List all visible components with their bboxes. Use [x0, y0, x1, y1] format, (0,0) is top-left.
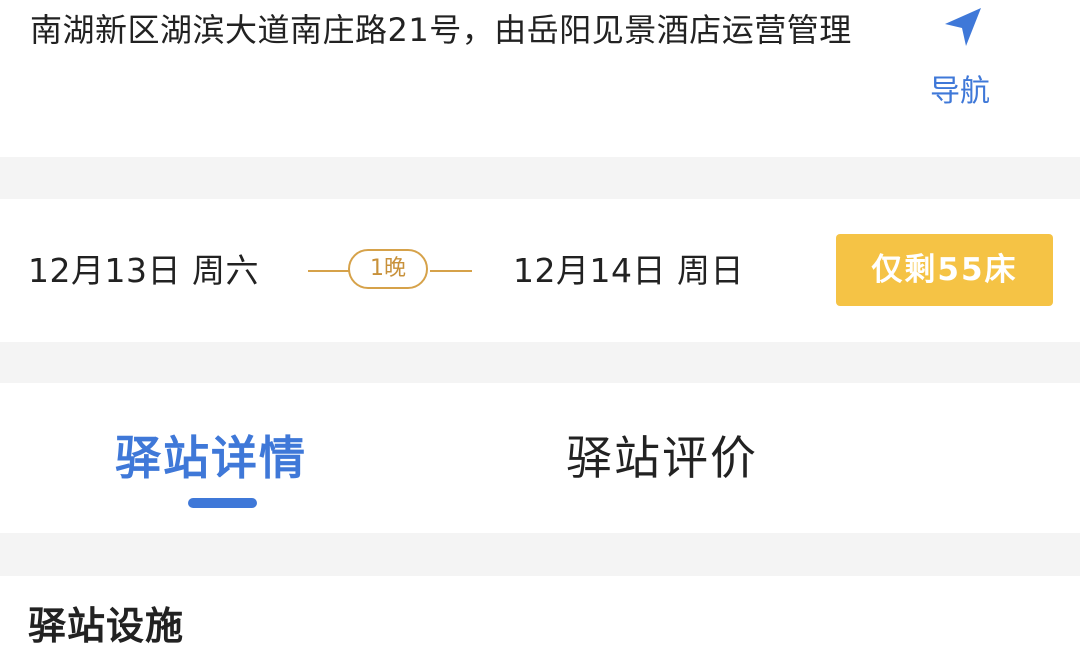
facilities-section: 驿站设施 [0, 576, 1080, 669]
tab-bar: 驿站详情 驿站评价 [0, 383, 1080, 533]
check-out-date[interactable]: 12月14日 周日 [513, 246, 744, 296]
address-card: 南湖新区湖滨大道南庄路21号，由岳阳见景酒店运营管理 导航 [0, 0, 1080, 157]
navigation-arrow-icon [945, 8, 981, 46]
check-in-date[interactable]: 12月13日 周六 [28, 246, 259, 296]
nights-line-right [430, 270, 472, 272]
navigate-label: 导航 [930, 74, 990, 109]
nights-indicator: 1晚 [308, 249, 472, 293]
nights-line-left [308, 270, 350, 272]
facilities-title: 驿站设施 [28, 604, 185, 648]
beds-remaining-badge: 仅剩55床 [836, 234, 1053, 306]
tab-hostel-details[interactable]: 驿站详情 [115, 428, 307, 488]
address-text: 南湖新区湖滨大道南庄路21号，由岳阳见景酒店运营管理 [30, 11, 852, 49]
tab-hostel-reviews[interactable]: 驿站评价 [566, 428, 758, 488]
hostel-detail-page: 南湖新区湖滨大道南庄路21号，由岳阳见景酒店运营管理 导航 12月13日 周六 … [0, 0, 1080, 669]
stay-dates-card[interactable]: 12月13日 周六 1晚 12月14日 周日 仅剩55床 [0, 199, 1080, 342]
active-tab-indicator [188, 498, 257, 508]
nights-count: 1晚 [348, 249, 428, 289]
navigate-button[interactable]: 导航 [910, 6, 1010, 116]
